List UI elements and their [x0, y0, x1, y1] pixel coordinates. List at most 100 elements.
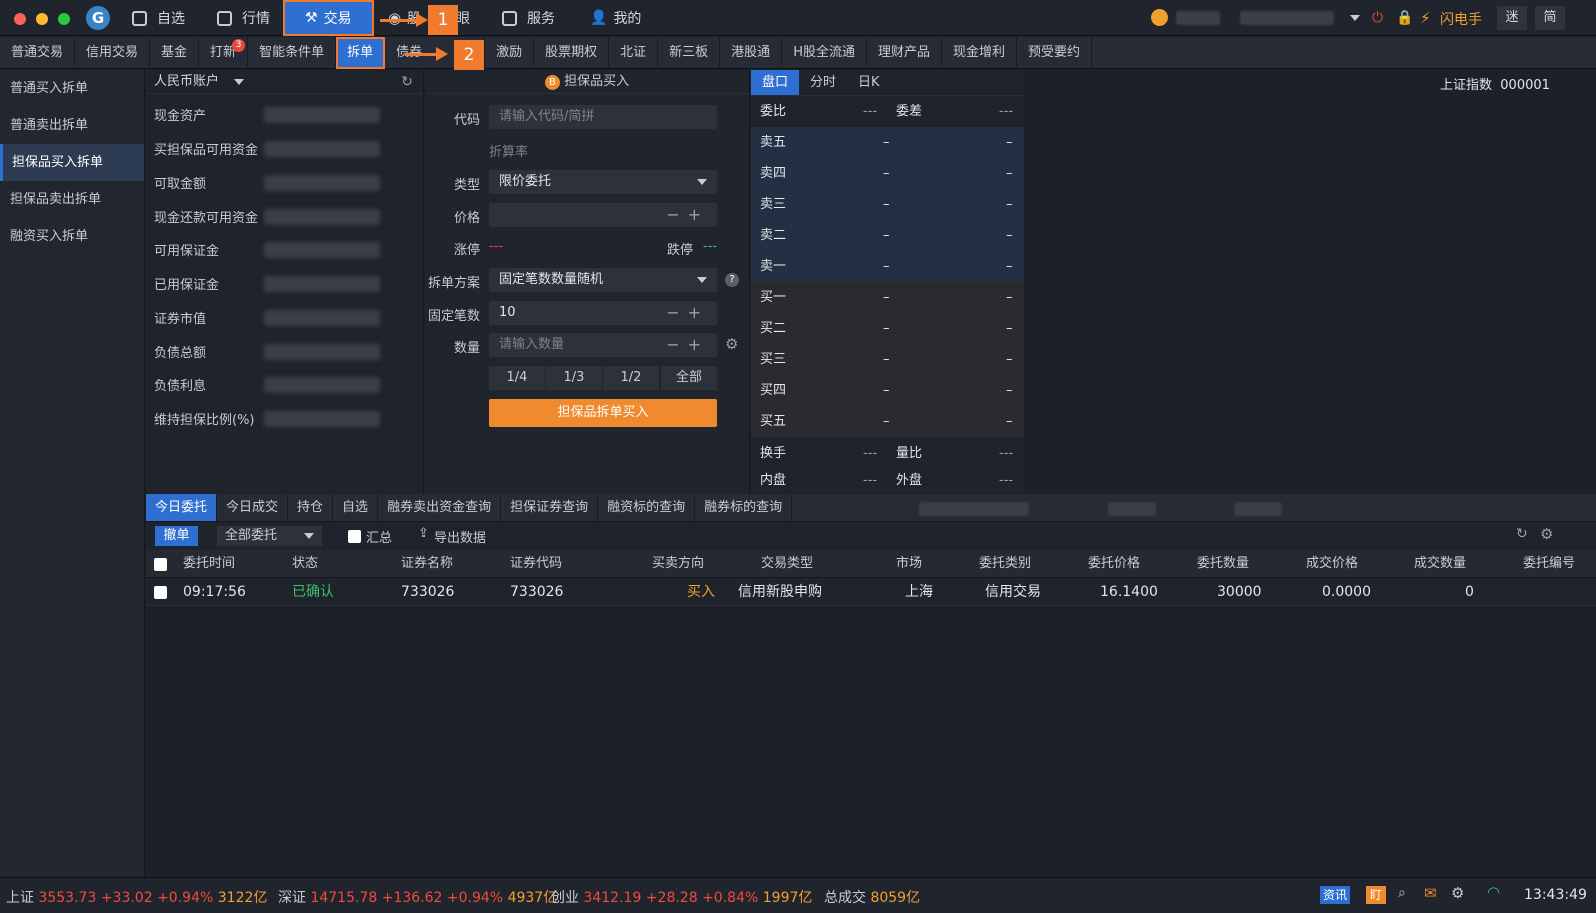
select-all-checkbox[interactable]	[154, 558, 167, 571]
subtab-cash-plus[interactable]: 现金增利	[942, 37, 1017, 69]
subtab-options[interactable]: 股票期权	[534, 37, 610, 69]
col-market[interactable]: 市场	[896, 550, 922, 578]
col-trade-type[interactable]: 交易类型	[761, 550, 813, 578]
refresh-icon[interactable]: ↻	[1516, 526, 1528, 542]
subtab-beijing[interactable]: 北证	[609, 37, 659, 69]
tab-margin-target-query[interactable]: 融资标的查询	[598, 494, 696, 521]
all-button[interactable]: 全部	[661, 366, 717, 390]
summary-checkbox[interactable]	[348, 530, 361, 543]
export-data-button[interactable]: 导出数据	[434, 527, 486, 546]
price-input[interactable]: −+	[489, 203, 717, 227]
sidebar-item-normal-sell-split[interactable]: 普通卖出拆单	[0, 107, 144, 144]
sidebar-item-margin-buy-split[interactable]: 融资买入拆单	[0, 218, 144, 255]
table-row[interactable]: 09:17:56 已确认 733026 733026 买入 信用新股申购 上海 …	[146, 578, 1596, 606]
tab-positions[interactable]: 持仓	[288, 494, 334, 521]
gear-icon[interactable]: ⚙	[1451, 884, 1464, 902]
mail-icon[interactable]: ✉	[1424, 884, 1437, 902]
sell-4-row[interactable]: 卖四 – –	[751, 158, 1024, 189]
subtab-tender-offer[interactable]: 预受要约	[1017, 37, 1093, 69]
subtab-hk-connect[interactable]: 港股通	[720, 37, 783, 69]
buy-2-row[interactable]: 买二 – –	[751, 313, 1024, 344]
help-icon[interactable]: ?	[725, 273, 739, 287]
sell-1-row[interactable]: 卖一 – –	[751, 251, 1024, 282]
flash-trade-button[interactable]: 闪电手	[1440, 9, 1482, 29]
subtab-normal-trade[interactable]: 普通交易	[0, 37, 76, 69]
tab-watchlist[interactable]: 自选	[333, 494, 379, 521]
col-security-code[interactable]: 证券代码	[510, 550, 562, 578]
subtab-credit-trade[interactable]: 信用交易	[75, 37, 151, 69]
power-icon[interactable]: ⏻	[1372, 10, 1383, 26]
col-order-time[interactable]: 委托时间	[183, 550, 235, 578]
sell-5-row[interactable]: 卖五 – –	[751, 127, 1024, 158]
sidebar-item-collateral-buy-split[interactable]: 担保品买入拆单	[0, 144, 144, 181]
subtab-wealth[interactable]: 理财产品	[867, 37, 942, 69]
quantity-stepper-icon[interactable]: −+	[666, 333, 709, 357]
fixed-count-input[interactable]: 10 −+	[489, 301, 717, 325]
tab-today-orders[interactable]: 今日委托	[146, 494, 218, 521]
gear-icon[interactable]: ⚙	[1540, 525, 1553, 543]
col-order-qty[interactable]: 委托数量	[1197, 550, 1249, 578]
tab-collateral-query[interactable]: 担保证券查询	[501, 494, 599, 521]
nav-eye[interactable]: 眼	[456, 0, 470, 36]
tab-today-deals[interactable]: 今日成交	[217, 494, 289, 521]
col-order-category[interactable]: 委托类别	[979, 550, 1031, 578]
close-window-button[interactable]	[14, 13, 26, 25]
index-indicator[interactable]: 上证指数 000001	[1440, 74, 1550, 93]
quarter-button[interactable]: 1/4	[489, 366, 545, 390]
subtab-smart-order[interactable]: 智能条件单	[248, 37, 337, 69]
sidebar-item-normal-buy-split[interactable]: 普通买入拆单	[0, 70, 144, 107]
col-security-name[interactable]: 证券名称	[401, 550, 453, 578]
subtab-split-order[interactable]: 拆单	[336, 37, 386, 69]
buy-3-row[interactable]: 买三 – –	[751, 344, 1024, 375]
account-dropdown-icon[interactable]	[1350, 15, 1360, 21]
row-checkbox[interactable]	[154, 586, 167, 599]
sidebar-item-collateral-sell-split[interactable]: 担保品卖出拆单	[0, 181, 144, 218]
subtab-incentive[interactable]: 激励	[485, 37, 535, 69]
col-order-number[interactable]: 委托编号	[1523, 550, 1593, 578]
collateral-split-buy-button[interactable]: 担保品拆单买入	[489, 399, 717, 427]
tab-short-target-query[interactable]: 融券标的查询	[695, 494, 793, 521]
ticker-cy[interactable]: 创业 3412.19 +28.28 +0.84% 1997亿	[551, 887, 812, 907]
order-type-select[interactable]: 限价委托	[489, 170, 717, 194]
gear-icon[interactable]: ⚙	[725, 335, 738, 353]
tab-order-book[interactable]: 盘口	[751, 70, 800, 95]
code-input[interactable]: 请输入代码/简拼	[489, 105, 717, 129]
quantity-input[interactable]: 请输入数量 −+	[489, 333, 717, 357]
maximize-window-button[interactable]	[58, 13, 70, 25]
half-button[interactable]: 1/2	[603, 366, 659, 390]
tab-short-sell-funds[interactable]: 融券卖出资金查询	[378, 494, 502, 521]
subtab-neeq[interactable]: 新三板	[658, 37, 721, 69]
account-selector[interactable]: 人民币账户 ↻	[146, 70, 423, 94]
price-stepper-icon[interactable]: −+	[666, 203, 709, 227]
buy-5-row[interactable]: 买五 – –	[751, 406, 1024, 437]
subtab-h-share[interactable]: H股全流通	[782, 37, 867, 69]
cancel-order-button[interactable]: 撤单	[155, 526, 198, 546]
export-icon[interactable]: ⇪	[418, 526, 429, 541]
subtab-ipo[interactable]: 打新 3	[199, 37, 249, 69]
subtab-fund[interactable]: 基金	[150, 37, 200, 69]
third-button[interactable]: 1/3	[546, 366, 602, 390]
col-status[interactable]: 状态	[292, 550, 318, 578]
news-button[interactable]: 资讯	[1320, 886, 1351, 904]
col-order-price[interactable]: 委托价格	[1088, 550, 1140, 578]
buy-4-row[interactable]: 买四 – –	[751, 375, 1024, 406]
nav-watchlist[interactable]: 自选	[132, 0, 185, 36]
sell-3-row[interactable]: 卖三 – –	[751, 189, 1024, 220]
lock-icon[interactable]: 🔒	[1396, 10, 1413, 26]
nav-service[interactable]: 服务	[502, 0, 555, 36]
simple-mode-button[interactable]: 简	[1535, 6, 1565, 30]
search-icon[interactable]: ⌕	[1398, 885, 1406, 901]
mini-mode-button[interactable]: 迷	[1497, 6, 1527, 30]
minimize-window-button[interactable]	[36, 13, 48, 25]
split-plan-select[interactable]: 固定笔数数量随机	[489, 268, 717, 292]
tab-daily-k[interactable]: 日K	[847, 70, 891, 95]
tab-intraday[interactable]: 分时	[799, 70, 847, 95]
order-filter-select[interactable]: 全部委托	[217, 526, 322, 546]
col-deal-price[interactable]: 成交价格	[1306, 550, 1358, 578]
avatar[interactable]	[1151, 9, 1168, 26]
sell-2-row[interactable]: 卖二 – –	[751, 220, 1024, 251]
buy-1-row[interactable]: 买一 – –	[751, 282, 1024, 313]
nav-market[interactable]: 行情	[217, 0, 270, 36]
ticker-sz[interactable]: 深证 14715.78 +136.62 +0.94% 4937亿	[278, 887, 557, 907]
count-stepper-icon[interactable]: −+	[666, 301, 709, 325]
